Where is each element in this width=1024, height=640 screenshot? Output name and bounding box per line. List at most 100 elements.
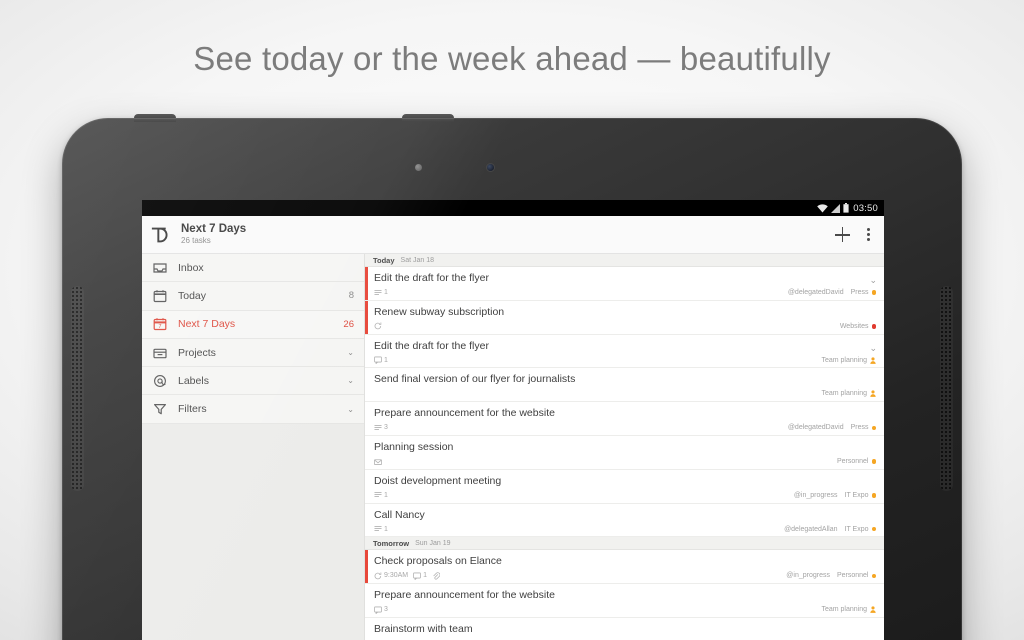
day-date: Sun Jan 19 — [415, 539, 451, 547]
sidebar-item-labels[interactable]: Labels ⌄ — [142, 367, 364, 396]
notes-icon — [374, 526, 382, 532]
project-color-dot — [871, 573, 876, 579]
task-project: Websites — [840, 323, 876, 330]
task-meta-left: 3 — [374, 424, 388, 432]
task-project-name: Websites — [839, 322, 869, 330]
task-meta-text: 1 — [423, 572, 428, 580]
ambient-sensor-icon — [415, 164, 422, 171]
at-icon — [153, 374, 167, 388]
overflow-menu-button[interactable] — [867, 227, 870, 242]
task-title: Edit the draft for the flyer — [374, 272, 489, 284]
priority-indicator — [365, 267, 368, 300]
expand-chevron-icon[interactable]: ⌄ — [869, 343, 877, 354]
project-color-dot — [871, 526, 876, 532]
sidebar-item-next-7-days[interactable]: 7 Next 7 Days 26 — [142, 310, 364, 339]
task-row[interactable]: Doist development meeting 1 @in_progress IT… — [365, 469, 884, 504]
project-color-dot — [871, 324, 876, 329]
task-row[interactable]: Edit the draft for the flyer 1 @delegatedD… — [365, 267, 884, 301]
task-meta-text: 9:30AM — [384, 572, 409, 580]
task-title: Prepare announcement for the website — [374, 589, 555, 602]
task-meta: 1 Team planning — [374, 355, 876, 365]
expand-chevron-icon[interactable]: ⌄ — [869, 275, 877, 286]
todoist-logo[interactable] — [151, 224, 173, 246]
page-title: Next 7 Days — [181, 223, 247, 236]
task-meta-item: 3 — [374, 606, 388, 614]
task-meta-item: 1 — [374, 491, 388, 499]
task-meta-text: 1 — [384, 491, 388, 499]
task-row[interactable]: Renew subway subscription Websites — [365, 300, 884, 335]
chevron-down-icon[interactable]: ⌄ — [347, 405, 354, 414]
task-meta: Team planning — [374, 389, 876, 399]
task-project: IT Expo — [844, 491, 876, 499]
task-meta-left: 1 — [374, 356, 388, 365]
task-meta-right: Personnel — [837, 458, 876, 465]
sidebar-nav: Inbox Today 8 7 Next 7 Days 26 Projects ⌄ Labels… — [142, 254, 364, 424]
task-meta-right: Websites — [840, 323, 876, 330]
task-project: Team planning — [821, 390, 876, 397]
volume-button[interactable] — [402, 114, 454, 122]
tablet-screen: 03:50 Next 7 Days 26 tasks Inbox Today 8 7 N… — [142, 200, 884, 640]
sidebar-item-today[interactable]: Today 8 — [142, 282, 364, 311]
task-assignee: @in_progress — [786, 572, 830, 580]
filter-icon — [153, 402, 167, 416]
task-row[interactable]: Send final version of our flyer for jour… — [365, 368, 884, 403]
power-button[interactable] — [134, 114, 176, 122]
task-assignee: @delegatedDavid — [787, 289, 844, 297]
sidebar-item-inbox[interactable]: Inbox — [142, 254, 364, 283]
email-icon — [374, 458, 382, 465]
task-row[interactable]: Prepare announcement for the website 3 @de… — [365, 402, 884, 436]
task-project-name: Personnel — [836, 458, 869, 466]
task-project-name: IT Expo — [844, 491, 869, 499]
attachment-icon — [433, 572, 441, 580]
task-list[interactable]: Today Sat Jan 18 Edit the draft for the fl… — [365, 254, 884, 640]
task-meta-right: Team planning — [821, 390, 876, 397]
sidebar-item-count: 8 — [348, 290, 354, 302]
comment-icon — [374, 606, 382, 614]
task-meta-item: 1 — [374, 525, 388, 533]
task-meta: 1 @in_progress IT Expo — [374, 490, 876, 500]
speaker-grille-right — [940, 286, 953, 491]
sidebar-item-projects[interactable]: Projects ⌄ — [142, 338, 364, 368]
wifi-icon — [817, 204, 829, 213]
project-color-dot — [871, 425, 876, 431]
task-title: Brainstorm with team — [374, 622, 473, 635]
projects-icon — [153, 348, 167, 358]
at-icon — [154, 374, 166, 387]
task-project: IT Expo — [845, 526, 876, 533]
task-row[interactable]: Check proposals on Elance 9:30AM 1 @in_prog… — [365, 550, 884, 585]
svg-text:7: 7 — [159, 324, 162, 330]
task-meta-item: 1 — [374, 289, 388, 297]
task-row[interactable]: Edit the draft for the flyer 1 Team planni… — [365, 334, 884, 369]
task-assignee: @delegatedDavid — [787, 424, 844, 432]
task-title: Call Nancy — [374, 508, 425, 521]
front-camera-icon — [487, 164, 494, 171]
chevron-down-icon[interactable]: ⌄ — [347, 376, 354, 385]
speaker-grille-left — [71, 286, 84, 491]
page-headline: See today or the week ahead — beautifull… — [193, 40, 831, 77]
task-meta-left: 1 — [374, 525, 388, 533]
inbox-icon — [153, 263, 167, 273]
task-row[interactable]: Prepare announcement for the website 3 Tea… — [365, 584, 884, 618]
task-assignee: @delegatedAllan — [784, 525, 838, 533]
task-meta: 3 Team planning — [374, 605, 876, 615]
task-row[interactable]: Brainstorm with team — [365, 617, 884, 640]
assignee-person-icon — [870, 390, 876, 398]
task-title: Prepare announcement for the website — [374, 407, 555, 420]
task-row[interactable]: Call Nancy 1 @delegatedAllan IT Expo — [365, 503, 884, 538]
projects-icon — [153, 346, 167, 360]
task-meta-right: Team planning — [821, 606, 876, 613]
day-header: Today Sat Jan 18 — [365, 254, 884, 267]
task-meta: 9:30AM 1 @in_progress Personnel — [374, 571, 876, 581]
sidebar-empty-area — [142, 423, 364, 640]
add-task-button[interactable] — [835, 227, 850, 242]
recurring-icon — [374, 572, 382, 580]
task-row[interactable]: Planning session Personnel — [365, 435, 884, 470]
sidebar-item-filters[interactable]: Filters ⌄ — [142, 395, 364, 424]
project-color-dot — [871, 459, 876, 464]
chevron-down-icon[interactable]: ⌄ — [347, 348, 354, 357]
day-name: Today — [373, 255, 395, 265]
task-project-name: Press — [850, 289, 869, 297]
task-project: Press — [851, 289, 876, 296]
sidebar-item-label: Filters — [178, 403, 207, 416]
calendar-icon — [153, 290, 167, 303]
